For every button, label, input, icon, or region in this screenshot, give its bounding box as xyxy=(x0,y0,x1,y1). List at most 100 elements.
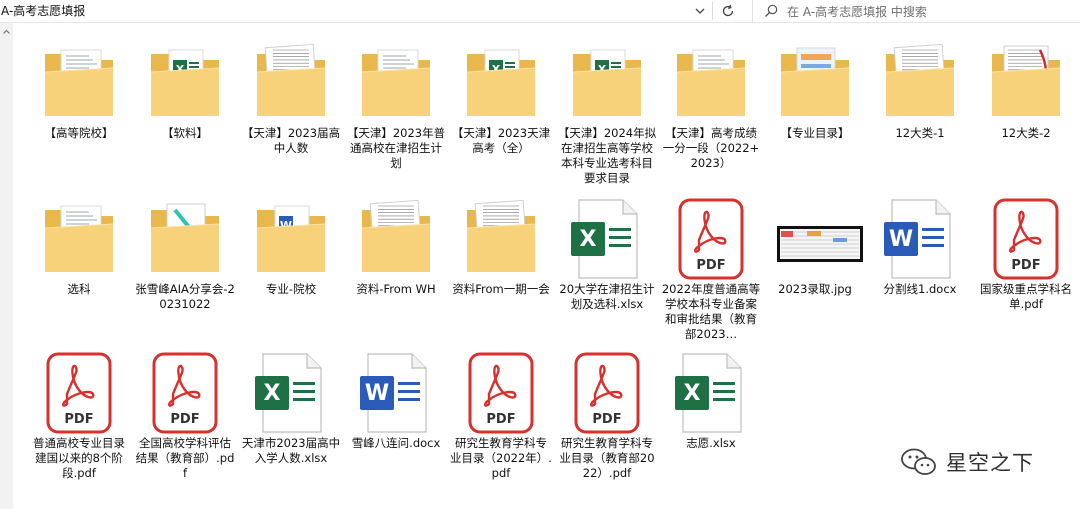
item-label: 20大学在津招生计划及选科.xlsx xyxy=(559,282,655,311)
folder-item[interactable]: 【天津】高考成绩一分一段（2022+2023） xyxy=(659,40,763,171)
search-placeholder: 在 A-高考志愿填报 中搜索 xyxy=(787,5,927,19)
item-label: 【天津】高考成绩一分一段（2022+2023） xyxy=(662,126,760,170)
file-item[interactable]: 2023录取.jpg xyxy=(763,196,867,297)
file-item[interactable]: W 分割线1.docx xyxy=(868,196,972,297)
folder-icon: X xyxy=(567,40,647,126)
folder-item[interactable]: W 专业-院校 xyxy=(239,196,343,297)
svg-text:PDF: PDF xyxy=(486,412,515,427)
item-label: 资料-From WH xyxy=(356,282,436,296)
search-icon xyxy=(765,4,778,17)
svg-text:W: W xyxy=(365,381,389,406)
folder-item[interactable]: 12大类-2 xyxy=(974,40,1078,141)
folder-icon xyxy=(880,40,960,126)
svg-text:W: W xyxy=(889,227,913,252)
file-item[interactable]: PDF 研究生教育学科专业目录（教育部2022）.pdf xyxy=(555,350,659,481)
item-label: 研究生教育学科专业目录（2022年）.pdf xyxy=(450,436,552,480)
folder-item[interactable]: 张雪峰AIA分享会-20231022 xyxy=(133,196,237,312)
svg-text:PDF: PDF xyxy=(592,412,621,427)
item-label: 专业-院校 xyxy=(265,282,317,296)
item-label: 志愿.xlsx xyxy=(686,436,736,450)
folder-icon xyxy=(671,40,751,126)
address-bar[interactable]: A-高考志愿填报 xyxy=(0,0,742,22)
top-bar: A-高考志愿填报 在 A-高考志愿填报 中搜索 xyxy=(0,0,1080,23)
item-label: 普通高校专业目录建国以来的8个阶段.pdf xyxy=(33,436,125,480)
item-label: 【高等院校】 xyxy=(44,126,114,140)
item-label: 雪峰八连问.docx xyxy=(351,436,441,450)
folder-item[interactable]: 12大类-1 xyxy=(868,40,972,141)
folder-icon xyxy=(775,40,855,126)
svg-text:PDF: PDF xyxy=(170,412,199,427)
item-label: 【专业目录】 xyxy=(780,126,850,140)
item-label: 【天津】2023天津高考（全） xyxy=(451,126,551,155)
address-path: A-高考志愿填报 xyxy=(1,4,86,18)
word-file-icon: W xyxy=(356,350,436,436)
chevron-down-icon[interactable] xyxy=(693,3,707,19)
svg-text:PDF: PDF xyxy=(696,258,725,273)
file-item[interactable]: X 20大学在津招生计划及选科.xlsx xyxy=(555,196,659,312)
folder-item[interactable]: 【天津】2023届高中人数 xyxy=(239,40,343,156)
item-label: 12大类-1 xyxy=(895,126,945,140)
item-label: 张雪峰AIA分享会-20231022 xyxy=(135,282,235,311)
folder-icon xyxy=(251,40,331,126)
file-item[interactable]: PDF 普通高校专业目录建国以来的8个阶段.pdf xyxy=(27,350,131,481)
image-thumbnail-icon xyxy=(775,196,863,282)
file-item[interactable]: X 天津市2023届高中入学人数.xlsx xyxy=(239,350,343,466)
item-label: 【天津】2023届高中人数 xyxy=(241,126,341,155)
excel-file-icon: X xyxy=(567,196,647,282)
svg-text:PDF: PDF xyxy=(1011,258,1040,273)
item-label: 【天津】2023年普通高校在津招生计划 xyxy=(346,126,446,170)
folder-item[interactable]: X 【天津】2024年拟在津招生高等学校本科专业选考科目要求目录 xyxy=(555,40,659,186)
item-label: 资料From一期一会 xyxy=(452,282,550,296)
file-item[interactable]: PDF 2022年度普通高等学校本科专业备案和审批结果（教育部2023… xyxy=(659,196,763,342)
refresh-icon[interactable] xyxy=(720,3,736,19)
item-label: 【天津】2024年拟在津招生高等学校本科专业选考科目要求目录 xyxy=(557,126,657,185)
file-item[interactable]: PDF 研究生教育学科专业目录（2022年）.pdf xyxy=(449,350,553,481)
excel-file-icon: X xyxy=(251,350,331,436)
svg-text:X: X xyxy=(264,381,281,406)
pdf-file-icon: PDF xyxy=(671,196,751,282)
word-file-icon: W xyxy=(880,196,960,282)
folder-item[interactable]: X 【软料】 xyxy=(133,40,237,141)
folder-item[interactable]: 【天津】2023年普通高校在津招生计划 xyxy=(344,40,448,171)
file-item[interactable]: PDF 全国高校学科评估结果（教育部）.pdf xyxy=(133,350,237,481)
item-label: 选科 xyxy=(67,282,91,296)
folder-icon xyxy=(356,196,436,282)
folder-item[interactable]: 【高等院校】 xyxy=(27,40,131,141)
svg-text:PDF: PDF xyxy=(64,412,93,427)
svg-text:X: X xyxy=(580,227,597,252)
item-label: 天津市2023届高中入学人数.xlsx xyxy=(241,436,341,465)
item-label: 国家级重点学科名单.pdf xyxy=(980,282,1072,311)
item-label: 2023录取.jpg xyxy=(778,282,852,296)
item-label: 【软料】 xyxy=(162,126,208,140)
item-label: 研究生教育学科专业目录（教育部2022）.pdf xyxy=(559,436,655,480)
folder-icon xyxy=(986,40,1066,126)
search-box[interactable]: 在 A-高考志愿填报 中搜索 xyxy=(752,0,1080,22)
folder-item[interactable]: X 【天津】2023天津高考（全） xyxy=(449,40,553,156)
wechat-watermark: 星空之下 xyxy=(900,444,1034,480)
divider xyxy=(712,2,713,20)
svg-text:X: X xyxy=(684,381,701,406)
folder-item[interactable]: 资料-From WH xyxy=(344,196,448,297)
item-label: 分割线1.docx xyxy=(883,282,957,296)
file-item[interactable]: X 志愿.xlsx xyxy=(659,350,763,451)
excel-file-icon: X xyxy=(671,350,751,436)
folder-icon xyxy=(39,196,119,282)
chevron-up-icon[interactable] xyxy=(0,25,13,39)
file-item[interactable]: W 雪峰八连问.docx xyxy=(344,350,448,451)
folder-icon xyxy=(356,40,436,126)
folder-icon: X xyxy=(145,40,225,126)
folder-item[interactable]: 【专业目录】 xyxy=(763,40,867,141)
pdf-file-icon: PDF xyxy=(39,350,119,436)
folder-icon xyxy=(461,196,541,282)
scrollbar[interactable] xyxy=(0,23,13,509)
wechat-logo-icon xyxy=(901,448,936,475)
watermark-text: 星空之下 xyxy=(946,451,1034,475)
folder-item[interactable]: 选科 xyxy=(27,196,131,297)
folder-icon xyxy=(145,196,225,282)
pdf-file-icon: PDF xyxy=(145,350,225,436)
folder-icon xyxy=(39,40,119,126)
folder-icon: X xyxy=(461,40,541,126)
pdf-file-icon: PDF xyxy=(986,196,1066,282)
folder-item[interactable]: 资料From一期一会 xyxy=(449,196,553,297)
file-item[interactable]: PDF 国家级重点学科名单.pdf xyxy=(974,196,1078,312)
